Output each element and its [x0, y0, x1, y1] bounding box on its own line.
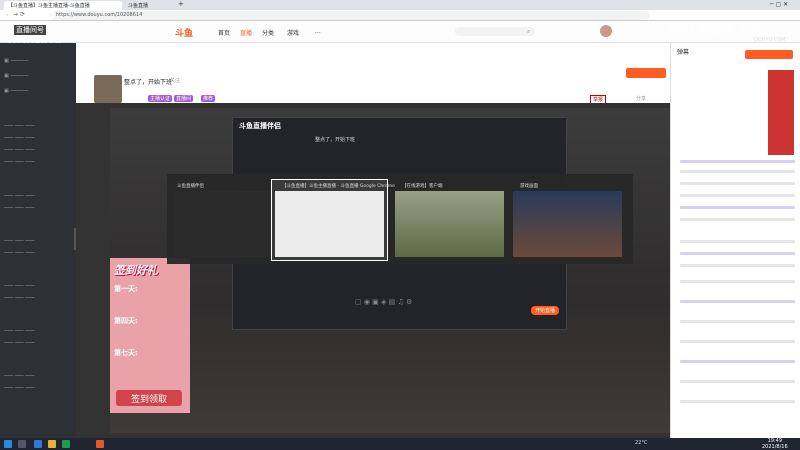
chat-action-button[interactable]: [745, 50, 793, 59]
chat-message: [680, 400, 795, 403]
side-banner[interactable]: [768, 70, 794, 155]
stream-title: 整点了，开始下班: [315, 137, 356, 143]
watermark-right: DVD 截维德 当当: [668, 22, 763, 36]
chat-message: [680, 218, 795, 221]
sidebar-item[interactable]: ─── ─── ───: [4, 250, 34, 256]
clock: 19:49 2021/8/16: [762, 438, 788, 450]
nav-item-home[interactable]: 首页: [218, 28, 230, 37]
room-title: 整点了，开始下班: [124, 79, 173, 86]
folder-icon[interactable]: [48, 440, 56, 448]
start-icon[interactable]: [4, 440, 12, 448]
watermark-brand: 51CTO: [4, 8, 56, 24]
chat-message: [680, 360, 795, 363]
weather-text: 22°C: [635, 440, 648, 446]
chat-message: [680, 160, 795, 163]
sidebar-item[interactable]: ─── ─── ───: [4, 205, 34, 211]
search-icon[interactable]: ⌕: [527, 28, 530, 36]
browser-tab-bar: 【斗鱼直播】斗鱼主播直播-斗鱼直播 斗鱼直播 + ─ ▢ ✕: [0, 0, 800, 10]
toolbar-icons[interactable]: ▢ ◉ ▣ ◈ ▤ ♫ ⚙: [355, 298, 412, 306]
room-header: 整点了，开始下班 关注 主播认证 直播间 推荐 举报 分享: [76, 43, 670, 104]
sidebar-item[interactable]: ▣ ──────: [4, 73, 28, 79]
browser-tab[interactable]: 斗鱼直播: [124, 1, 174, 10]
sidebar-item[interactable]: ─── ─── ───: [4, 193, 34, 199]
promo-day1: 第一天:: [114, 285, 138, 293]
new-tab-button[interactable]: +: [178, 0, 184, 8]
window-preview: [513, 191, 622, 257]
chat-message: [680, 380, 795, 383]
chat-title: 弹幕: [677, 49, 690, 56]
chat-message: [680, 280, 795, 283]
nav-item-more[interactable]: ...: [315, 28, 321, 35]
window-title: 【斗鱼直播】斗鱼主播直播 - 斗鱼直播 Google Chrome: [282, 184, 395, 189]
follow-button[interactable]: 关注: [170, 77, 180, 84]
window-preview: [275, 191, 384, 257]
sidebar-item[interactable]: ─── ─── ───: [4, 147, 34, 153]
sidebar-item[interactable]: ─── ─── ───: [4, 295, 34, 301]
chat-message: [680, 194, 795, 197]
chat-message: [680, 170, 795, 173]
sidebar-item[interactable]: ─── ─── ───: [4, 159, 34, 165]
chat-message: [680, 252, 795, 255]
tag-badge: 主播认证: [148, 95, 173, 102]
app-name: 斗鱼直播伴侣: [239, 122, 281, 130]
chat-message: [680, 340, 795, 343]
tab-label: 斗鱼直播: [128, 3, 149, 9]
chat-message: [680, 300, 795, 303]
search-input[interactable]: [455, 27, 535, 36]
edge-icon[interactable]: [34, 440, 42, 448]
watermark-subtitle: 直播间号: [14, 25, 46, 35]
url-input[interactable]: https://www.douyu.com/10208614: [50, 11, 650, 20]
chat-message: [680, 320, 795, 323]
promo-header: 签到好礼: [114, 264, 158, 277]
window-title: 斗鱼直播伴侣: [177, 184, 204, 189]
start-live-button[interactable]: 开始直播: [531, 306, 560, 315]
promo-day4: 第四天:: [114, 317, 138, 325]
clock-date: 2021/8/16: [762, 444, 788, 450]
chat-message: [680, 182, 795, 185]
sidebar-item[interactable]: ─── ─── ───: [4, 340, 34, 346]
nav-item-game[interactable]: 游戏: [287, 28, 299, 37]
promo-day7: 第七天:: [114, 349, 138, 357]
window-controls[interactable]: ─ ▢ ✕: [770, 1, 788, 8]
window-title: 游戏画面: [520, 184, 538, 189]
left-sidebar: ▣ ────── ▣ ────── ▣ ────── ─── ─── ─── ─…: [0, 43, 76, 438]
claim-button[interactable]: 签到领取: [116, 390, 182, 406]
windows-taskbar: [0, 438, 800, 450]
nav-item-category[interactable]: 分类: [262, 28, 274, 37]
window-title: 【在线游戏】客户端: [402, 184, 443, 189]
chat-message: [680, 240, 795, 243]
sidebar-item[interactable]: ─── ─── ───: [4, 135, 34, 141]
share-button[interactable]: 分享: [636, 95, 646, 102]
window-thumb-3[interactable]: 【在线游戏】客户端: [392, 180, 507, 260]
tag-badge: 直播间: [174, 95, 194, 102]
window-thumb-2-selected[interactable]: 【斗鱼直播】斗鱼主播直播 - 斗鱼直播 Google Chrome: [271, 179, 395, 261]
window-thumb-1[interactable]: 斗鱼直播伴侣: [171, 180, 286, 260]
window-preview: [395, 191, 504, 257]
chat-message: [680, 264, 795, 267]
sidebar-item[interactable]: ▣ ──────: [4, 88, 28, 94]
signin-promo: 签到好礼 第一天: 第四天: 第七天: 签到领取: [110, 258, 190, 413]
sidebar-item[interactable]: ─── ─── ───: [4, 328, 34, 334]
nav-item-live[interactable]: 直播: [240, 28, 252, 37]
sidebar-item[interactable]: ─── ─── ───: [4, 385, 34, 391]
chrome-icon[interactable]: [62, 440, 70, 448]
sidebar-item[interactable]: ─── ─── ───: [4, 123, 34, 129]
app-icon[interactable]: [96, 440, 104, 448]
sidebar-item[interactable]: ▣ ──────: [4, 58, 28, 64]
header-action-button[interactable]: [626, 68, 666, 78]
window-preview: [174, 191, 283, 257]
sidebar-item[interactable]: ─── ─── ───: [4, 238, 34, 244]
avatar[interactable]: [600, 25, 612, 37]
site-logo[interactable]: 斗鱼: [175, 26, 193, 39]
sidebar-item[interactable]: ─── ─── ───: [4, 373, 34, 379]
tag-badge: 推荐: [201, 95, 216, 102]
chat-message: [680, 206, 795, 209]
streamer-avatar[interactable]: [94, 75, 122, 103]
sidebar-item[interactable]: ─── ─── ───: [4, 283, 34, 289]
window-thumb-4[interactable]: 游戏画面: [510, 180, 625, 260]
search-icon[interactable]: [18, 440, 26, 448]
